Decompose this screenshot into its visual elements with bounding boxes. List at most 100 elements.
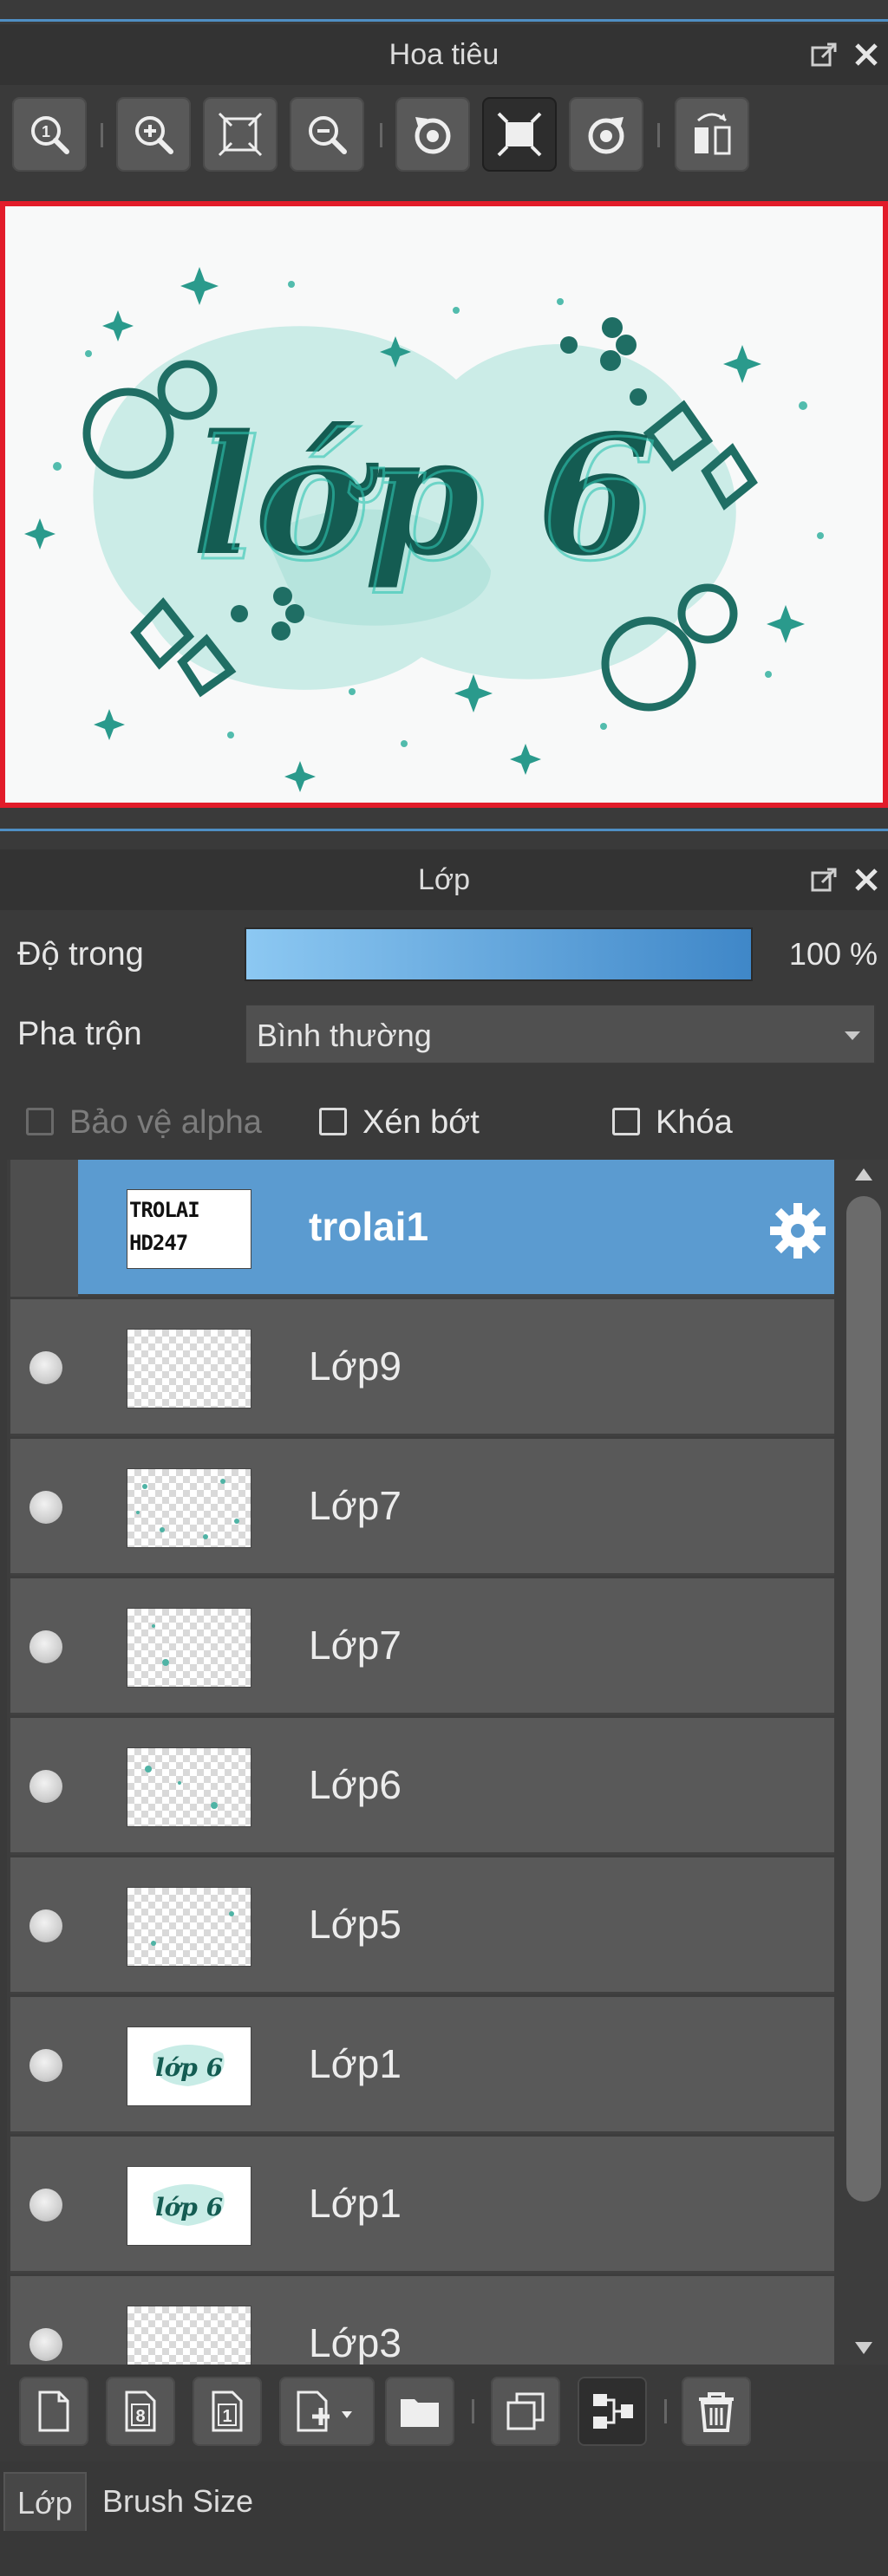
fit-canvas-icon	[497, 112, 542, 157]
popout-icon[interactable]	[808, 38, 841, 71]
layer-row[interactable]: lớp 6 Lớp1	[10, 1997, 834, 2134]
navigator-toolbar: 1	[0, 85, 888, 187]
visibility-toggle[interactable]	[10, 1439, 78, 1576]
duplicate-layer-icon	[506, 2392, 545, 2430]
popout-icon[interactable]	[808, 863, 841, 896]
zoom-actual-size-button[interactable]: 1	[12, 97, 87, 172]
visibility-toggle[interactable]	[10, 1299, 78, 1436]
protect-alpha-label: Bảo vệ alpha	[69, 1104, 262, 1141]
flip-horizontal-icon	[695, 113, 731, 155]
lock-checkbox[interactable]: Khóa	[612, 1103, 768, 1141]
opacity-value: 100 %	[788, 936, 878, 972]
add-layer-menu-button[interactable]	[279, 2377, 375, 2446]
scroll-up-icon[interactable]	[855, 1168, 872, 1181]
zoom-in-button[interactable]	[116, 97, 191, 172]
visibility-toggle[interactable]	[10, 2276, 78, 2365]
layer-scrollbar[interactable]	[838, 1160, 886, 2365]
layer-row-trolai1[interactable]: TROLAI HD247 trolai1	[10, 1160, 834, 1297]
toolbar-divider	[380, 123, 382, 147]
protect-alpha-checkbox[interactable]: Bảo vệ alpha	[26, 1103, 304, 1141]
toolbar-divider	[657, 123, 660, 147]
close-icon[interactable]	[850, 38, 883, 71]
layers-title: Lớp	[417, 863, 471, 896]
layer-row[interactable]: lớp 6 Lớp1	[10, 2137, 834, 2274]
scroll-down-icon[interactable]	[855, 2342, 872, 2354]
visibility-toggle[interactable]	[10, 1718, 78, 1855]
new-8bit-layer-icon: 8	[125, 2391, 156, 2432]
fit-to-window-button[interactable]	[203, 97, 278, 172]
svg-text:1: 1	[222, 2407, 232, 2426]
thumbnail-art	[145, 1766, 218, 1809]
layer-name: Lớp6	[309, 1762, 402, 1807]
layers-header: Lớp	[0, 849, 888, 910]
layer-actions-toolbar: 8 1	[0, 2365, 888, 2458]
blend-mode-select[interactable]: Bình thường	[245, 1004, 876, 1064]
clipping-checkbox[interactable]: Xén bớt	[319, 1103, 510, 1141]
close-icon[interactable]	[850, 863, 883, 896]
lock-label: Khóa	[656, 1104, 733, 1141]
thumbnail-text: TROLAI HD247	[129, 1194, 200, 1259]
visibility-toggle[interactable]	[10, 1997, 78, 2134]
layer-thumbnail: TROLAI HD247	[127, 1189, 251, 1269]
layer-row[interactable]: Lớp6	[10, 1718, 834, 1855]
layer-row[interactable]: Lớp9	[10, 1299, 834, 1436]
layer-name: Lớp9	[309, 1343, 402, 1389]
new-8bit-layer-button[interactable]: 8	[106, 2377, 175, 2446]
layer-row[interactable]: Lớp3	[10, 2276, 834, 2365]
merge-down-icon	[593, 2394, 633, 2429]
zoom-out-button[interactable]	[290, 97, 364, 172]
eye-icon	[29, 1770, 62, 1803]
new-folder-button[interactable]	[385, 2377, 454, 2446]
gear-icon[interactable]	[767, 1200, 829, 1262]
zoom-actual-size-icon: 1	[31, 116, 69, 154]
tab-brush-size[interactable]: Brush Size	[90, 2472, 265, 2531]
thumbnail-text-line: TROLAI	[129, 1198, 200, 1222]
visibility-toggle[interactable]	[10, 1857, 78, 1994]
rotate-left-button[interactable]	[395, 97, 470, 172]
thumbnail-art: lớp 6	[153, 2184, 225, 2226]
blend-mode-value: Bình thường	[257, 1018, 432, 1053]
flip-horizontal-button[interactable]	[675, 97, 749, 172]
checkbox-box	[612, 1108, 640, 1135]
rotate-right-icon	[588, 117, 624, 154]
navigator-canvas-preview[interactable]: lớp 6 lớp 6	[0, 201, 888, 808]
layer-thumbnail	[127, 1608, 251, 1688]
clipping-label: Xén bớt	[362, 1104, 480, 1141]
layer-name: trolai1	[309, 1204, 429, 1249]
eye-icon	[29, 2049, 62, 2082]
folder-icon	[401, 2399, 439, 2427]
svg-text:lớp 6: lớp 6	[155, 2193, 223, 2221]
delete-layer-button[interactable]	[682, 2377, 751, 2446]
layer-row[interactable]: Lớp7	[10, 1578, 834, 1715]
layer-thumbnail: lớp 6	[127, 2166, 251, 2246]
zoom-out-icon	[309, 116, 347, 154]
thumbnail-art	[151, 1911, 234, 1946]
layer-name: Lớp1	[309, 2041, 402, 2086]
tab-layers[interactable]: Lớp	[3, 2472, 87, 2531]
panel-tab-bar: Lớp Brush Size	[0, 2462, 888, 2576]
layer-name: Lớp1	[309, 2181, 402, 2226]
layer-thumbnail	[127, 1468, 251, 1548]
visibility-toggle[interactable]	[10, 1578, 78, 1715]
new-1bit-layer-button[interactable]: 1	[193, 2377, 262, 2446]
layer-row[interactable]: Lớp7	[10, 1439, 834, 1576]
scroll-thumb[interactable]	[846, 1196, 881, 2202]
new-layer-icon	[38, 2391, 69, 2432]
layer-name: Lớp3	[309, 2320, 402, 2365]
rotate-right-button[interactable]	[569, 97, 643, 172]
top-border	[0, 0, 888, 24]
fit-canvas-button[interactable]	[482, 97, 557, 172]
opacity-slider[interactable]	[245, 927, 753, 981]
duplicate-layer-button[interactable]	[491, 2377, 560, 2446]
layer-row[interactable]: Lớp5	[10, 1857, 834, 1994]
new-layer-button[interactable]	[19, 2377, 88, 2446]
thumbnail-text-line: HD247	[129, 1231, 188, 1255]
visibility-toggle[interactable]	[10, 2137, 78, 2274]
opacity-label: Độ trong	[17, 936, 144, 973]
visibility-toggle[interactable]	[10, 1160, 78, 1297]
layer-name: Lớp7	[309, 1623, 402, 1668]
eye-icon	[29, 1630, 62, 1663]
checkbox-box	[26, 1108, 54, 1135]
thumbnail-art: lớp 6	[153, 2045, 225, 2086]
merge-down-button[interactable]	[578, 2377, 647, 2446]
